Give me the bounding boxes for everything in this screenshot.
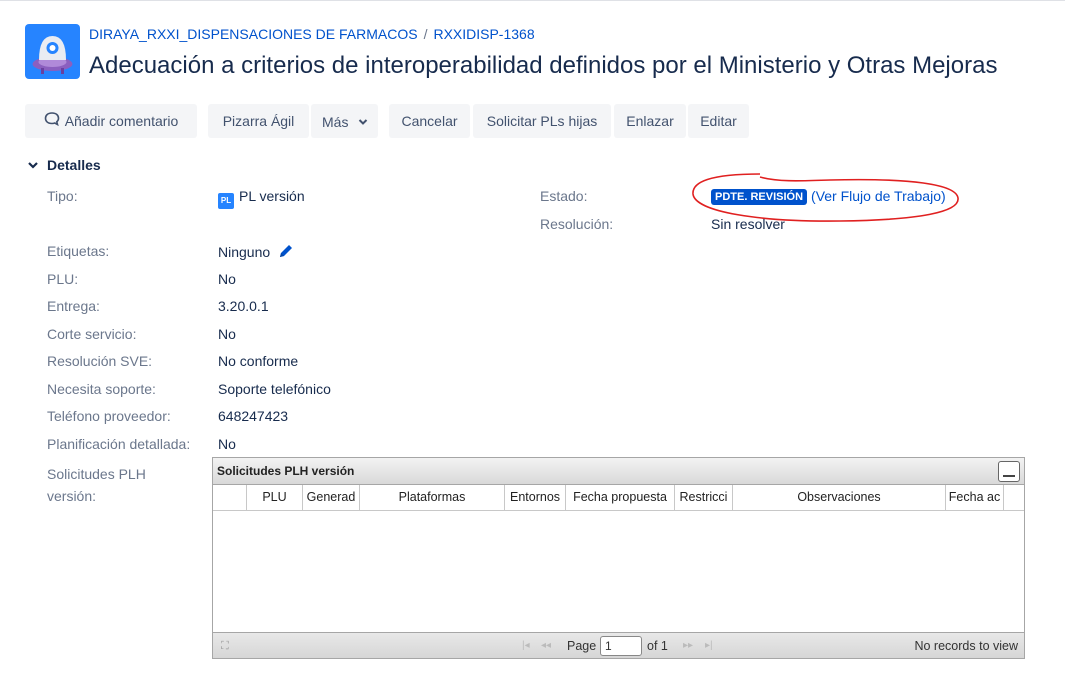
page-title: Adecuación a criterios de interoperabili…: [89, 52, 998, 79]
add-comment-label: Añadir comentario: [64, 113, 179, 129]
type-value-text: PL versión: [239, 188, 305, 204]
service-cut-value: No: [218, 326, 236, 342]
needs-support-value: Soporte telefónico: [218, 381, 331, 397]
provider-phone-label: Teléfono proveedor:: [47, 408, 171, 424]
grid-caption-text: Solicitudes PLH versión: [217, 464, 355, 478]
provider-phone-value: 648247423: [218, 408, 289, 424]
grid-caption: Solicitudes PLH versión: [213, 458, 1024, 485]
plu-value: No: [218, 271, 236, 287]
status-label: Estado:: [540, 188, 588, 204]
request-child-pls-button[interactable]: Solicitar PLs hijas: [473, 104, 611, 138]
type-value: PL PL versión: [218, 188, 305, 209]
plh-requests-label-line1: Solicitudes PLH: [47, 466, 146, 482]
more-label: Más: [322, 114, 349, 130]
project-link[interactable]: DIRAYA_RXXI_DISPENSACIONES DE FARMACOS: [89, 26, 418, 42]
labels-label: Etiquetas:: [47, 243, 110, 259]
sve-resolution-label: Resolución SVE:: [47, 353, 153, 369]
delivery-value: 3.20.0.1: [218, 298, 269, 314]
grid-header-row: PLU Generad Plataformas Entornos Fecha p…: [213, 485, 1024, 511]
type-label: Tipo:: [47, 188, 78, 204]
project-avatar-icon[interactable]: [25, 24, 80, 79]
agile-board-label: Pizarra Ágil: [222, 113, 295, 129]
breadcrumb: DIRAYA_RXXI_DISPENSACIONES DE FARMACOS / R…: [89, 26, 535, 42]
grid-col-update-date[interactable]: Fecha ac: [946, 485, 1004, 510]
labels-value-text: Ninguno: [218, 244, 271, 260]
grid-body: [213, 511, 1024, 632]
grid-col-proposed-date[interactable]: Fecha propuesta: [566, 485, 675, 510]
grid-col-plu[interactable]: PLU: [247, 485, 303, 510]
needs-support-label: Necesita soporte:: [47, 381, 156, 397]
page-number-input[interactable]: 1: [600, 636, 642, 656]
expand-icon[interactable]: ⛶: [221, 633, 229, 659]
cancel-label: Cancelar: [401, 113, 458, 129]
sve-resolution-value: No conforme: [218, 353, 299, 369]
status-badge: PDTE. REVISIÓN: [711, 189, 808, 205]
edit-label: Editar: [700, 113, 737, 129]
comment-icon: [44, 105, 60, 139]
edit-button[interactable]: Editar: [688, 104, 749, 138]
pencil-icon[interactable]: [278, 243, 294, 262]
request-child-pls-label: Solicitar PLs hijas: [486, 113, 598, 129]
grid-col-environments[interactable]: Entornos: [505, 485, 566, 510]
plh-requests-label: Solicitudes PLH versión:: [47, 463, 146, 507]
detailed-planning-value: No: [218, 436, 236, 452]
prev-page-icon[interactable]: ◂◂: [541, 633, 551, 659]
chevron-down-icon: [358, 104, 368, 138]
resolution-label: Resolución:: [540, 216, 614, 232]
first-page-icon[interactable]: |◂: [522, 633, 530, 659]
link-button[interactable]: Enlazar: [614, 104, 686, 138]
service-cut-label: Corte servicio:: [47, 326, 137, 342]
breadcrumb-separator: /: [423, 26, 428, 42]
grid-col-restrictions[interactable]: Restricci: [675, 485, 733, 510]
resolution-value: Sin resolver: [711, 216, 785, 232]
grid-col-platforms[interactable]: Plataformas: [360, 485, 505, 510]
next-page-icon[interactable]: ▸▸: [683, 633, 693, 659]
plh-requests-label-line2: versión:: [47, 488, 97, 504]
detailed-planning-label: Planificación detallada:: [47, 436, 191, 452]
status-value: PDTE. REVISIÓN (Ver Flujo de Trabajo): [711, 188, 946, 205]
details-heading: Detalles: [47, 157, 101, 173]
grid-pager: ⛶ |◂ ◂◂ Page 1 of 1 ▸▸ ▸| No records to …: [213, 632, 1024, 658]
grid-col-generated[interactable]: Generad: [303, 485, 360, 510]
top-border: [0, 0, 1065, 1]
grid-col-extra: [1004, 485, 1024, 510]
cancel-button[interactable]: Cancelar: [389, 104, 470, 138]
records-info: No records to view: [914, 639, 1018, 653]
page-count: of 1: [647, 639, 668, 653]
delivery-label: Entrega:: [47, 298, 100, 314]
details-toggle[interactable]: Detalles: [27, 157, 101, 173]
more-button[interactable]: Más: [311, 104, 378, 138]
minimize-icon[interactable]: [998, 461, 1020, 482]
plu-label: PLU:: [47, 271, 79, 287]
labels-value: Ninguno: [218, 243, 294, 262]
chevron-down-icon: [27, 157, 39, 173]
issue-key-link[interactable]: RXXIDISP-1368: [433, 26, 534, 42]
pl-type-icon: PL: [218, 193, 234, 209]
view-workflow-link[interactable]: (Ver Flujo de Trabajo): [811, 188, 946, 204]
add-comment-button[interactable]: Añadir comentario: [25, 104, 197, 138]
grid-col-select[interactable]: [213, 485, 247, 510]
page-label: Page: [567, 639, 597, 653]
last-page-icon[interactable]: ▸|: [705, 633, 713, 659]
plh-requests-grid: Solicitudes PLH versión PLU Generad Plat…: [212, 457, 1025, 659]
link-label: Enlazar: [626, 113, 674, 129]
grid-col-observations[interactable]: Observaciones: [733, 485, 946, 510]
agile-board-button[interactable]: Pizarra Ágil: [208, 104, 309, 138]
